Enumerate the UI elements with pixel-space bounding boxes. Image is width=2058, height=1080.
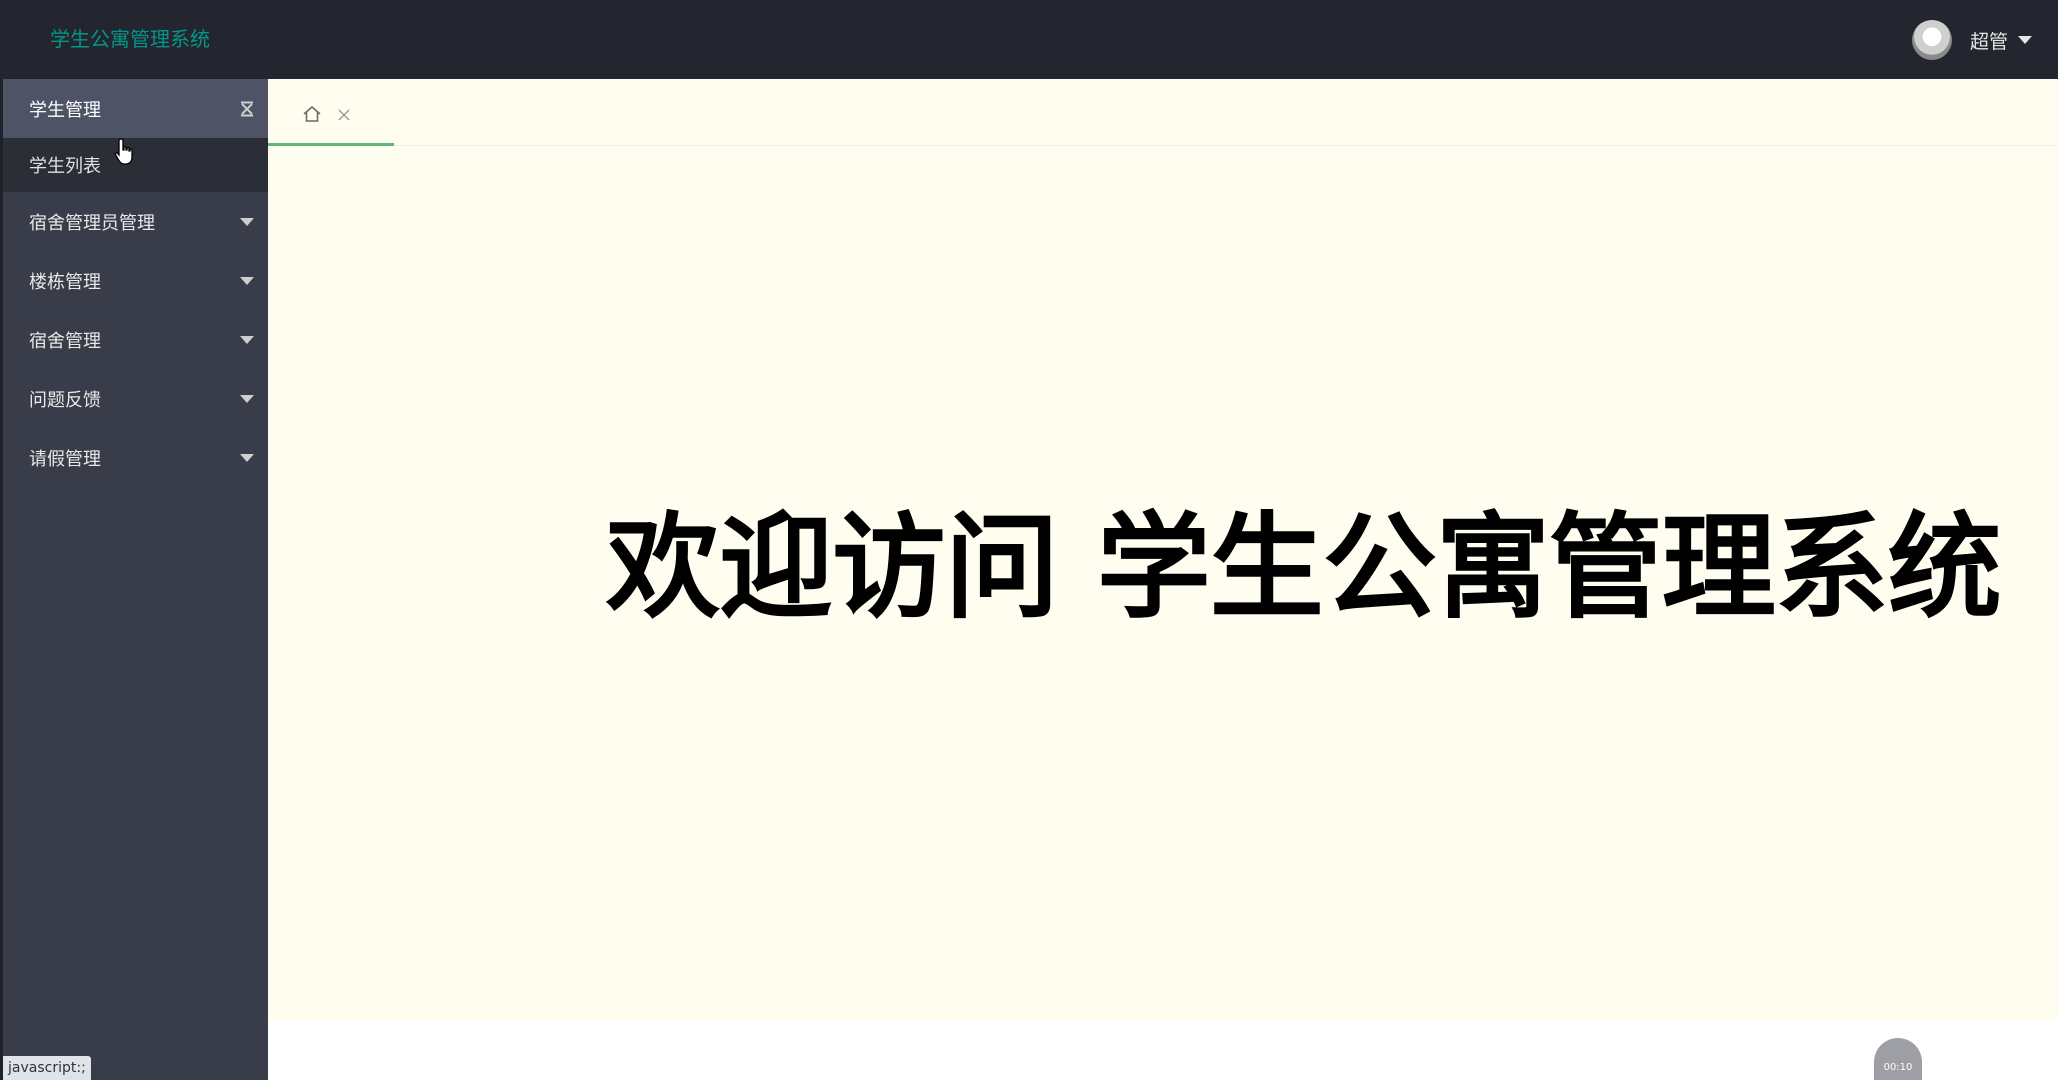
- sidebar: 学生管理 学生列表 宿舍管理员管理 楼栋管理 宿舍管理 问题反馈 请假管理: [0, 79, 268, 1080]
- chevron-down-icon: [240, 336, 254, 344]
- welcome-heading: 欢迎访问 学生公寓管理系统: [606, 501, 2002, 634]
- sidebar-item-label: 宿舍管理员管理: [29, 212, 155, 234]
- sidebar-item-dorm-management[interactable]: 宿舍管理: [3, 310, 268, 369]
- tab-bar: [268, 79, 2058, 146]
- sidebar-item-student-management[interactable]: 学生管理: [3, 79, 268, 138]
- user-name[interactable]: 超管: [1970, 27, 2008, 54]
- sidebar-item-label: 学生管理: [29, 99, 101, 121]
- sidebar-item-label: 请假管理: [29, 448, 101, 470]
- recorder-time: 00:10: [1883, 1062, 1913, 1073]
- sidebar-subitem-label: 学生列表: [29, 156, 101, 177]
- avatar[interactable]: [1911, 20, 1952, 60]
- collapse-icon[interactable]: [240, 101, 254, 117]
- main-content: 欢迎访问 学生公寓管理系统: [268, 79, 2058, 1080]
- chevron-down-icon[interactable]: [2018, 36, 2032, 44]
- chevron-down-icon: [240, 218, 254, 226]
- sidebar-item-label: 宿舍管理: [29, 330, 101, 352]
- screen-recorder-widget[interactable]: 00:10: [1874, 1038, 1922, 1080]
- browser-status-bar: javascript:;: [3, 1056, 91, 1080]
- tab-home[interactable]: [268, 79, 394, 146]
- sidebar-item-leave-management[interactable]: 请假管理: [3, 428, 268, 487]
- app-logo-title[interactable]: 学生公寓管理系统: [50, 22, 210, 56]
- sidebar-item-dorm-admin-management[interactable]: 宿舍管理员管理: [3, 192, 268, 251]
- sidebar-item-feedback[interactable]: 问题反馈: [3, 369, 268, 428]
- app-window: 学生公寓管理系统 超管 学生管理 学生列表 宿舍管理员管理 楼栋管理 宿舍管理 …: [0, 0, 2058, 1080]
- chevron-down-icon: [240, 395, 254, 403]
- top-header: 学生公寓管理系统 超管: [0, 0, 2058, 79]
- sidebar-item-building-management[interactable]: 楼栋管理: [3, 251, 268, 310]
- pointer-cursor-icon: [114, 138, 133, 165]
- sidebar-item-label: 楼栋管理: [29, 271, 101, 293]
- user-menu[interactable]: 超管: [1911, 19, 2032, 61]
- home-icon[interactable]: [303, 106, 321, 122]
- close-icon[interactable]: [338, 109, 350, 121]
- sidebar-item-label: 问题反馈: [29, 389, 101, 411]
- footer: [268, 1020, 2058, 1080]
- chevron-down-icon: [240, 277, 254, 285]
- chevron-down-icon: [240, 454, 254, 462]
